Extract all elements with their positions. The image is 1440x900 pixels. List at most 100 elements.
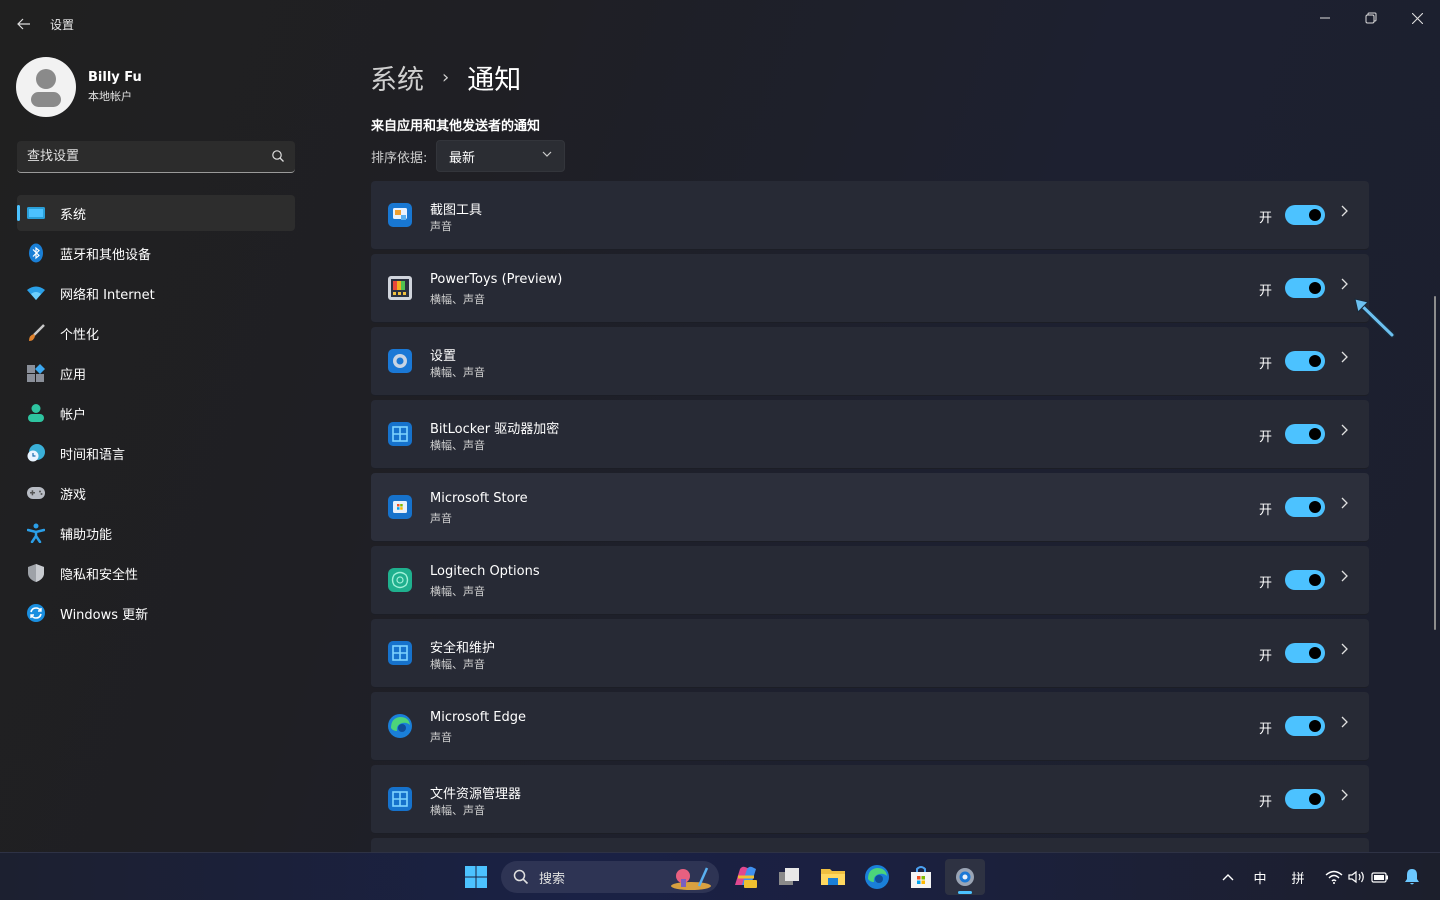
notification-toggle[interactable] bbox=[1285, 570, 1325, 590]
search-input[interactable] bbox=[17, 141, 262, 172]
sort-label: 排序依据: bbox=[371, 151, 428, 166]
app-row-microsoft-edge[interactable]: Microsoft Edge 声音 开 bbox=[371, 692, 1369, 761]
app-name: 设置 bbox=[430, 349, 457, 364]
chevron-right-icon[interactable] bbox=[1341, 570, 1349, 586]
sidebar-item-windows-update[interactable]: Windows 更新 bbox=[17, 595, 295, 631]
taskbar-task-view[interactable] bbox=[769, 859, 809, 895]
sidebar-item-label: 个性化 bbox=[60, 327, 100, 343]
breadcrumb-parent[interactable]: 系统 bbox=[370, 58, 424, 97]
sidebar-item-accounts[interactable]: 帐户 bbox=[17, 395, 295, 431]
sidebar-item-label: 辅助功能 bbox=[60, 527, 113, 543]
sidebar-item-apps[interactable]: 应用 bbox=[17, 355, 295, 391]
settings-app-icon bbox=[388, 349, 412, 373]
ime-mode-label: 中 bbox=[1253, 871, 1267, 887]
app-row-logitech-options[interactable]: Logitech Options 横幅、声音 开 bbox=[371, 546, 1369, 615]
settings-search[interactable] bbox=[17, 141, 295, 173]
app-row-security-maintenance[interactable]: 安全和维护 横幅、声音 开 bbox=[371, 619, 1369, 688]
volume-icon bbox=[1348, 870, 1364, 884]
taskbar-copilot[interactable] bbox=[725, 859, 765, 895]
app-row-file-explorer[interactable]: 文件资源管理器 横幅、声音 开 bbox=[371, 765, 1369, 834]
sidebar-item-gaming[interactable]: 游戏 bbox=[17, 475, 295, 511]
start-button[interactable] bbox=[456, 859, 496, 895]
app-row-partial[interactable] bbox=[371, 838, 1369, 852]
toggle-state-label: 开 bbox=[1259, 576, 1273, 591]
chevron-right-icon[interactable] bbox=[1341, 716, 1349, 732]
toggle-state-label: 开 bbox=[1259, 284, 1273, 299]
chevron-right-icon[interactable] bbox=[1341, 205, 1349, 221]
toggle-state-label: 开 bbox=[1259, 649, 1273, 664]
bell-icon bbox=[1405, 869, 1419, 885]
notification-toggle[interactable] bbox=[1285, 789, 1325, 809]
sidebar-item-time-language[interactable]: 时间和语言 bbox=[17, 435, 295, 471]
sidebar-item-label: 应用 bbox=[60, 367, 87, 383]
taskbar-file-explorer[interactable] bbox=[813, 859, 853, 895]
chevron-right-icon[interactable] bbox=[1341, 497, 1349, 513]
back-button[interactable] bbox=[12, 12, 36, 36]
app-notification-types: 横幅、声音 bbox=[430, 585, 485, 598]
sidebar-nav: 系统 蓝牙和其他设备 网络和 Internet 个性化 应用 帐户 时间和语言 … bbox=[17, 195, 295, 635]
edge-icon bbox=[388, 714, 412, 738]
app-row-snipping-tool[interactable]: 截图工具 声音 开 bbox=[371, 181, 1369, 250]
close-icon bbox=[1411, 12, 1423, 24]
search-icon[interactable] bbox=[271, 149, 285, 163]
close-button[interactable] bbox=[1394, 4, 1440, 32]
notification-toggle[interactable] bbox=[1285, 424, 1325, 444]
start-icon bbox=[465, 866, 487, 888]
taskbar-settings[interactable] bbox=[945, 859, 985, 895]
sidebar-item-label: 蓝牙和其他设备 bbox=[60, 247, 152, 263]
taskbar-microsoft-store[interactable] bbox=[901, 859, 941, 895]
toggle-state-label: 开 bbox=[1259, 430, 1273, 445]
restore-button[interactable] bbox=[1348, 4, 1394, 32]
sidebar-item-personalization[interactable]: 个性化 bbox=[17, 315, 295, 351]
profile-name: Billy Fu bbox=[88, 70, 142, 85]
toggle-state-label: 开 bbox=[1259, 357, 1273, 372]
section-title: 来自应用和其他发送者的通知 bbox=[371, 119, 541, 134]
copilot-icon bbox=[735, 866, 757, 888]
app-notification-types: 横幅、声音 bbox=[430, 658, 485, 671]
sidebar-item-bluetooth[interactable]: 蓝牙和其他设备 bbox=[17, 235, 295, 271]
sidebar-item-label: 网络和 Internet bbox=[60, 287, 155, 303]
notification-toggle[interactable] bbox=[1285, 205, 1325, 225]
ime-type-indicator[interactable]: 拼 bbox=[1278, 859, 1318, 895]
notification-center-button[interactable] bbox=[1392, 859, 1432, 895]
notification-toggle[interactable] bbox=[1285, 716, 1325, 736]
sidebar-item-privacy[interactable]: 隐私和安全性 bbox=[17, 555, 295, 591]
taskbar-edge[interactable] bbox=[857, 859, 897, 895]
wifi-icon bbox=[26, 283, 46, 303]
chevron-right-icon[interactable] bbox=[1341, 789, 1349, 805]
ime-mode-indicator[interactable]: 中 bbox=[1240, 859, 1280, 895]
app-notification-types: 横幅、声音 bbox=[430, 293, 485, 306]
page-title: 通知 bbox=[467, 65, 522, 96]
chevron-right-icon[interactable] bbox=[1341, 351, 1349, 367]
quick-settings-button[interactable] bbox=[1322, 859, 1392, 895]
sidebar-item-system[interactable]: 系统 bbox=[17, 195, 295, 231]
gamepad-icon bbox=[26, 483, 46, 503]
search-highlight-icon bbox=[671, 867, 711, 890]
app-row-settings[interactable]: 设置 横幅、声音 开 bbox=[371, 327, 1369, 396]
notification-toggle[interactable] bbox=[1285, 497, 1325, 517]
scrollbar[interactable] bbox=[1434, 296, 1436, 630]
notification-toggle[interactable] bbox=[1285, 278, 1325, 298]
sort-selected-value: 最新 bbox=[449, 150, 476, 166]
sidebar-item-network[interactable]: 网络和 Internet bbox=[17, 275, 295, 311]
notification-toggle[interactable] bbox=[1285, 643, 1325, 663]
app-row-bitlocker[interactable]: BitLocker 驱动器加密 横幅、声音 开 bbox=[371, 400, 1369, 469]
taskbar-search[interactable]: 搜索 bbox=[501, 861, 719, 893]
taskbar: 搜索 中 拼 bbox=[0, 852, 1440, 900]
app-notification-types: 横幅、声音 bbox=[430, 366, 485, 379]
minimize-button[interactable] bbox=[1302, 4, 1348, 32]
edge-icon bbox=[865, 865, 889, 889]
sidebar-item-accessibility[interactable]: 辅助功能 bbox=[17, 515, 295, 551]
taskbar-search-label: 搜索 bbox=[539, 871, 566, 887]
notification-toggle[interactable] bbox=[1285, 351, 1325, 371]
microsoft-store-icon bbox=[911, 866, 931, 888]
chevron-right-icon[interactable] bbox=[1341, 643, 1349, 659]
sort-dropdown[interactable]: 最新 bbox=[436, 140, 565, 172]
chevron-right-icon[interactable] bbox=[1341, 278, 1349, 294]
user-profile[interactable]: Billy Fu 本地帐户 bbox=[16, 57, 142, 117]
app-row-powertoys[interactable]: PowerToys (Preview) 横幅、声音 开 bbox=[371, 254, 1369, 323]
app-row-microsoft-store[interactable]: Microsoft Store 声音 开 bbox=[371, 473, 1369, 542]
logitech-options-icon bbox=[388, 568, 412, 592]
chevron-right-icon[interactable] bbox=[1341, 424, 1349, 440]
arrow-left-icon bbox=[17, 18, 30, 30]
